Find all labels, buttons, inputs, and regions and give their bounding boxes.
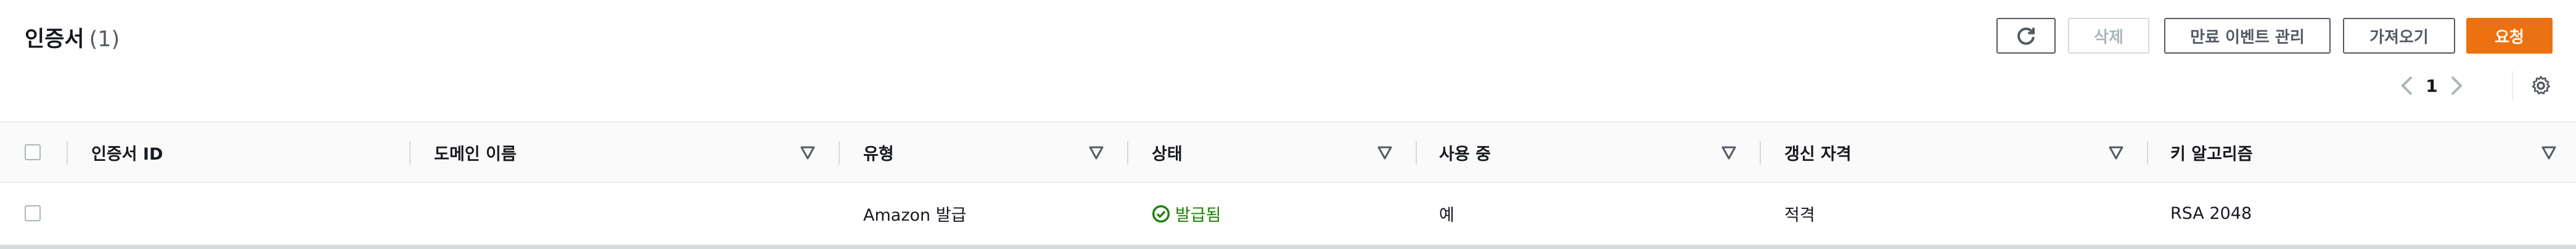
chevron-right-icon <box>2451 76 2463 96</box>
column-header-status[interactable]: 상태 <box>1152 123 1183 182</box>
column-header-certificate-id[interactable]: 인증서 ID <box>91 123 163 182</box>
next-page-button[interactable] <box>2444 70 2469 101</box>
column-divider <box>1760 141 1761 165</box>
status-text: 발급됨 <box>1175 206 1221 225</box>
page-title: 인증서 (1) <box>25 22 120 53</box>
success-check-icon <box>1152 205 1170 222</box>
sort-caret-icon[interactable] <box>2541 146 2556 160</box>
table-header-row: 인증서 ID 도메인 이름 유형 상태 사용 중 갱신 자격 키 알고리즘 <box>0 121 2576 183</box>
column-header-domain-name[interactable]: 도메인 이름 <box>434 123 517 182</box>
title-text: 인증서 <box>25 27 84 52</box>
column-divider <box>409 141 411 165</box>
select-all-checkbox[interactable] <box>25 144 41 160</box>
pagination: 1 <box>2395 70 2469 101</box>
column-header-key-algorithm[interactable]: 키 알고리즘 <box>2170 123 2253 182</box>
current-page[interactable]: 1 <box>2419 76 2444 96</box>
sort-caret-icon[interactable] <box>800 146 815 160</box>
cell-status: 발급됨 <box>1152 183 1221 244</box>
column-divider <box>1416 141 1417 165</box>
cell-key-algorithm: RSA 2048 <box>2170 204 2252 223</box>
gear-icon <box>2532 76 2550 95</box>
column-header-renewal-eligibility[interactable]: 갱신 자격 <box>1784 123 1852 182</box>
import-button[interactable]: 가져오기 <box>2343 18 2455 54</box>
sort-caret-icon[interactable] <box>1377 146 1392 160</box>
certificate-count: (1) <box>89 27 120 52</box>
request-button[interactable]: 요청 <box>2466 18 2553 54</box>
sort-caret-icon[interactable] <box>1089 146 1104 160</box>
column-divider <box>839 141 840 165</box>
column-header-in-use[interactable]: 사용 중 <box>1439 123 1491 182</box>
column-divider <box>67 141 68 165</box>
cell-type: Amazon 발급 <box>863 206 967 225</box>
table-header-bar: 인증서 (1) 삭제 만료 이벤트 관리 가져오기 요청 1 <box>0 0 2576 121</box>
sort-caret-icon[interactable] <box>2109 146 2123 160</box>
preferences-button[interactable] <box>2525 70 2556 101</box>
table-bottom-border <box>0 245 2576 249</box>
refresh-icon <box>2017 27 2035 45</box>
column-header-type[interactable]: 유형 <box>863 123 894 182</box>
table-row[interactable]: Amazon 발급 발급됨 예 적격 RSA 2048 <box>0 183 2576 245</box>
cell-renewal-eligibility: 적격 <box>1784 206 1815 225</box>
sort-caret-icon[interactable] <box>1721 146 1736 160</box>
manage-expiry-events-button[interactable]: 만료 이벤트 관리 <box>2164 18 2331 54</box>
column-divider <box>1127 141 1128 165</box>
row-select-checkbox[interactable] <box>25 205 41 221</box>
previous-page-button[interactable] <box>2395 70 2419 101</box>
column-divider <box>2147 141 2148 165</box>
cell-in-use: 예 <box>1439 206 1454 225</box>
pagination-divider <box>2512 71 2513 100</box>
delete-button[interactable]: 삭제 <box>2068 18 2149 54</box>
chevron-left-icon <box>2401 76 2413 96</box>
refresh-button[interactable] <box>1996 18 2056 54</box>
